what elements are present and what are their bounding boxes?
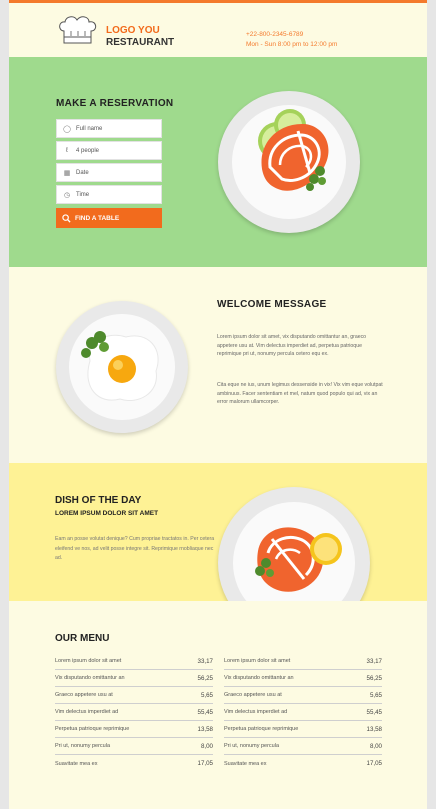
menu-item[interactable]: Vim delectus imperdiet ad 55,45 bbox=[55, 704, 213, 721]
salmon-steak-icon bbox=[258, 109, 329, 191]
welcome-paragraph-1: Lorem ipsum dolor sit amet, vix disputan… bbox=[217, 334, 367, 357]
egg-plate-image bbox=[56, 301, 188, 433]
welcome-title: WELCOME MESSAGE bbox=[217, 299, 327, 310]
find-table-button[interactable]: FIND A TABLE bbox=[56, 208, 162, 228]
menu-item-price: 5,65 bbox=[369, 691, 382, 699]
menu-item[interactable]: Suavitate mea ex 17,05 bbox=[224, 755, 382, 772]
menu-item-name: Suavitate mea ex bbox=[224, 760, 267, 767]
menu-item-name: Graeco appetere usu at bbox=[55, 692, 113, 698]
menu-item-name: Pri ut, nonumy percula bbox=[224, 743, 280, 749]
menu-item-price: 8,00 bbox=[200, 742, 213, 750]
menu-item[interactable]: Perpetua patrioque reprimique 13,58 bbox=[224, 721, 382, 738]
menu-item-price: 56,25 bbox=[366, 674, 382, 682]
menu-item[interactable]: Vix disputando omittantur an 56,25 bbox=[224, 670, 382, 687]
date-field[interactable]: ▦ Date bbox=[56, 163, 162, 182]
menu-item-price: 8,00 bbox=[369, 742, 382, 750]
menu-item-price: 17,05 bbox=[197, 760, 213, 767]
people-value: 4 people bbox=[76, 147, 100, 154]
phone-number: +22-800-2345-6789 bbox=[246, 31, 304, 38]
menu-item-price: 17,05 bbox=[366, 760, 382, 767]
calendar-icon: ▦ bbox=[63, 169, 71, 177]
dish-subtitle: LOREM IPSUM DOLOR SIT AMET bbox=[55, 510, 159, 517]
chef-hat-icon bbox=[59, 16, 97, 44]
menu-item-name: Lorem ipsum dolor sit amet bbox=[55, 658, 122, 664]
header: LOGO YOU RESTAURANT +22-800-2345-6789 Mo… bbox=[9, 0, 427, 57]
logo[interactable]: LOGO YOU RESTAURANT bbox=[106, 25, 174, 49]
menu-item[interactable]: Suavitate mea ex 17,05 bbox=[55, 755, 213, 772]
people-field[interactable]: ℓ 4 people bbox=[56, 141, 162, 160]
menu-item-name: Vim delectus imperdiet ad bbox=[55, 709, 119, 715]
full-name-field[interactable]: ◯ Full name bbox=[56, 119, 162, 138]
menu-item[interactable]: Lorem ipsum dolor sit amet 33,17 bbox=[224, 653, 382, 670]
date-placeholder: Date bbox=[76, 169, 89, 176]
contact-info: +22-800-2345-6789 Mon - Sun 8:00 pm to 1… bbox=[246, 30, 337, 50]
time-placeholder: Time bbox=[76, 191, 90, 198]
menu-item-price: 33,17 bbox=[197, 657, 213, 665]
menu-item-name: Vix disputando omittantur an bbox=[224, 675, 294, 681]
welcome-section: WELCOME MESSAGE Lorem ipsum dolor sit am… bbox=[9, 267, 427, 463]
clock-icon: ◷ bbox=[63, 191, 71, 199]
menu-item[interactable]: Vix disputando omittantur an 56,25 bbox=[55, 670, 213, 687]
welcome-paragraph-2: Cita eque ne ius, unum legimus dessensid… bbox=[217, 382, 383, 405]
menu-item-price: 56,25 bbox=[197, 674, 213, 682]
menu-item[interactable]: Graeco appetere usu at 5,65 bbox=[224, 687, 382, 704]
salmon-plate-image bbox=[218, 91, 360, 233]
find-table-label: FIND A TABLE bbox=[75, 214, 120, 222]
dish-of-the-day-section: DISH OF THE DAY LOREM IPSUM DOLOR SIT AM… bbox=[9, 463, 427, 639]
reservation-title: MAKE A RESERVATION bbox=[56, 98, 174, 109]
reservation-section: MAKE A RESERVATION ◯ Full name ℓ 4 peopl… bbox=[9, 57, 427, 267]
menu-item-name: Perpetua patrioque reprimique bbox=[224, 726, 299, 732]
menu-item-name: Vim delectus imperdiet ad bbox=[224, 709, 288, 715]
menu-item-price: 55,45 bbox=[366, 708, 382, 716]
menu-item-name: Pri ut, nonumy percula bbox=[55, 743, 111, 749]
fried-egg-icon bbox=[81, 331, 159, 401]
menu-item-price: 5,65 bbox=[200, 691, 213, 699]
time-field[interactable]: ◷ Time bbox=[56, 185, 162, 204]
page: LOGO YOU RESTAURANT +22-800-2345-6789 Mo… bbox=[9, 0, 427, 809]
user-icon: ◯ bbox=[63, 125, 71, 133]
dish-title: DISH OF THE DAY bbox=[55, 495, 142, 506]
menu-item-price: 13,58 bbox=[197, 725, 213, 733]
menu-item[interactable]: Lorem ipsum dolor sit amet 33,17 bbox=[55, 653, 213, 670]
menu-item[interactable]: Perpetua patrioque reprimique 13,58 bbox=[55, 721, 213, 738]
menu-item-name: Suavitate mea ex bbox=[55, 760, 98, 767]
menu-item[interactable]: Pri ut, nonumy percula 8,00 bbox=[55, 738, 213, 755]
menu-item-price: 33,17 bbox=[366, 657, 382, 665]
menu-item[interactable]: Vim delectus imperdiet ad 55,45 bbox=[224, 704, 382, 721]
menu-section: OUR MENU Lorem ipsum dolor sit amet 33,17… bbox=[9, 601, 427, 809]
menu-item-price: 13,58 bbox=[366, 725, 382, 733]
menu-item-name: Vix disputando omittantur an bbox=[55, 675, 125, 681]
menu-item-price: 55,45 bbox=[197, 708, 213, 716]
dish-paragraph: Eam an posse volutat denique? Cum propri… bbox=[55, 536, 215, 561]
logo-line1: LOGO YOU bbox=[106, 25, 160, 36]
people-icon: ℓ bbox=[65, 147, 69, 154]
menu-title: OUR MENU bbox=[55, 633, 110, 644]
opening-hours: Mon - Sun 8:00 pm to 12:00 pm bbox=[246, 41, 338, 48]
menu-item[interactable]: Pri ut, nonumy percula 8,00 bbox=[224, 738, 382, 755]
menu-column-left: Lorem ipsum dolor sit amet 33,17 Vix disp… bbox=[55, 653, 213, 772]
menu-item-name: Lorem ipsum dolor sit amet bbox=[224, 658, 291, 664]
menu-item[interactable]: Graeco appetere usu at 5,65 bbox=[55, 687, 213, 704]
menu-column-right: Lorem ipsum dolor sit amet 33,17 Vix disp… bbox=[224, 653, 382, 772]
menu-item-name: Perpetua patrioque reprimique bbox=[55, 726, 130, 732]
logo-line2: RESTAURANT bbox=[106, 37, 175, 48]
search-icon bbox=[62, 213, 71, 223]
menu-item-name: Graeco appetere usu at bbox=[224, 692, 282, 698]
full-name-placeholder: Full name bbox=[76, 125, 103, 132]
